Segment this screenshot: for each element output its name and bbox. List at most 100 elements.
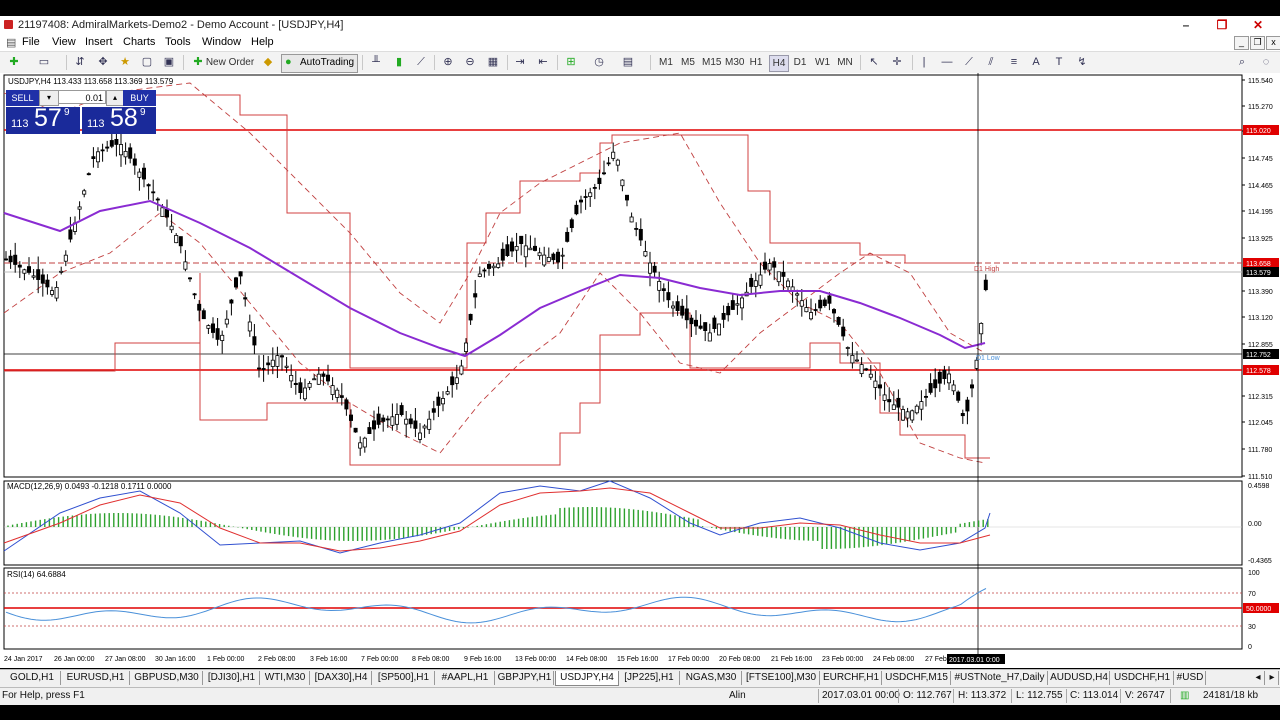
price-tick-label: 115.540 [1248, 78, 1273, 85]
chart-tab[interactable]: GBPUSD,M30 [131, 671, 203, 685]
bar-chart-icon[interactable]: ╨ [370, 56, 382, 68]
chart-tab[interactable]: EURUSD,H1 [62, 671, 130, 685]
candle-body [583, 196, 588, 198]
tf-h4[interactable]: H4 [769, 55, 789, 72]
candle-body [454, 377, 459, 384]
chart-tab[interactable]: #AAPL,H1 [436, 671, 495, 685]
horizontal-line-icon[interactable]: — [941, 56, 953, 68]
tf-m15[interactable]: M15 [702, 55, 721, 70]
lot-input[interactable]: 0.01 [58, 90, 106, 104]
tile-windows-icon[interactable]: ▦ [487, 56, 499, 68]
menu-insert[interactable]: Insert [85, 36, 113, 48]
chart-tab[interactable]: USDCHF,H1 [1111, 671, 1174, 685]
chart-tab[interactable]: EURCHF,H1 [821, 671, 882, 685]
candle-body [965, 399, 970, 412]
tf-m30[interactable]: M30 [725, 55, 744, 70]
chart-tab[interactable]: [DAX30],H4 [311, 671, 372, 685]
channel-icon[interactable]: ⫽ [985, 56, 997, 68]
sell-price[interactable]: 113 57 9 [6, 104, 80, 134]
chart-shift-icon[interactable]: ⇤ [537, 56, 549, 68]
vertical-line-icon[interactable]: | [918, 56, 930, 68]
chart-tab[interactable]: USDJPY,H4 [555, 671, 619, 686]
candle-body [620, 179, 625, 187]
maximize-button[interactable]: ❐ [1208, 16, 1236, 34]
new-chart-icon[interactable]: ✚ [8, 56, 20, 68]
candle-body [772, 261, 777, 268]
templates-icon[interactable]: ▤ [622, 56, 634, 68]
chart-tab[interactable]: [DJI30],H1 [204, 671, 260, 685]
candle-body [417, 432, 422, 440]
candle-body [519, 235, 524, 244]
mdi-close-button[interactable]: x [1266, 36, 1280, 50]
text-icon[interactable]: A [1030, 56, 1042, 68]
candle-body [726, 306, 731, 316]
time-tick-label: 27 Jan 08:00 [105, 656, 146, 663]
candle-body [956, 391, 961, 401]
crosshair-icon[interactable]: ✛ [891, 56, 903, 68]
mdi-restore-button[interactable]: ❐ [1250, 36, 1265, 50]
chat-icon[interactable]: ◌ [1260, 56, 1272, 68]
tf-d1[interactable]: D1 [793, 55, 807, 70]
text-label-icon[interactable]: T [1053, 56, 1065, 68]
mdi-minimize-button[interactable]: _ [1234, 36, 1249, 50]
autotrading-button[interactable]: ● AutoTrading [281, 54, 358, 73]
zoom-in-icon[interactable]: ⊕ [442, 56, 454, 68]
autoscroll-icon[interactable]: ⇥ [514, 56, 526, 68]
chart-tab[interactable]: AUDUSD,H4 [1049, 671, 1110, 685]
fibonacci-icon[interactable]: ≡ [1008, 56, 1020, 68]
menu-window[interactable]: Window [202, 36, 241, 48]
arrows-icon[interactable]: ↯ [1076, 56, 1088, 68]
tf-m5[interactable]: M5 [681, 55, 695, 70]
chart-tab[interactable]: [FTSE100],M30 [743, 671, 820, 685]
candle-body [450, 376, 455, 386]
chart-tab[interactable]: #USTNote_H7,Daily [952, 671, 1048, 685]
terminal-icon[interactable]: ▢ [141, 56, 153, 68]
chart-menu-icon[interactable]: ▤ [6, 36, 16, 49]
candle-body [119, 144, 124, 156]
data-window-icon[interactable]: ✥ [97, 56, 109, 68]
menu-help[interactable]: Help [251, 36, 274, 48]
new-order-button[interactable]: New Order [205, 55, 255, 70]
tf-w1[interactable]: W1 [815, 55, 830, 70]
minimize-button[interactable]: – [1172, 16, 1200, 34]
profiles-icon[interactable]: ▭ [38, 56, 50, 68]
tf-m1[interactable]: M1 [659, 55, 673, 70]
candle-body [914, 405, 919, 414]
metaeditor-icon[interactable]: ◆ [262, 56, 274, 68]
menu-view[interactable]: View [52, 36, 76, 48]
chart-tab[interactable]: #USD [1175, 671, 1206, 685]
toolbar: ✚ ▭ ⇵ ✥ ★ ▢ ▣ ✚ New Order ◆ ● AutoTradin… [0, 52, 1280, 74]
candle-body [505, 244, 510, 256]
buy-price[interactable]: 113 58 9 [82, 104, 156, 134]
tabs-scroll-right-icon[interactable]: ▸ [1266, 671, 1279, 685]
zoom-out-icon[interactable]: ⊖ [464, 56, 476, 68]
chart-tab[interactable]: NGAS,M30 [681, 671, 742, 685]
chart-tab[interactable]: WTI,M30 [261, 671, 310, 685]
search-icon[interactable]: ⌕ [1236, 56, 1248, 68]
trendline-icon[interactable]: ⟋ [963, 56, 975, 68]
candlestick-icon[interactable]: ▮ [393, 56, 405, 68]
menu-tools[interactable]: Tools [165, 36, 191, 48]
strategy-tester-icon[interactable]: ▣ [163, 56, 175, 68]
menu-charts[interactable]: Charts [123, 36, 155, 48]
market-watch-icon[interactable]: ⇵ [74, 56, 86, 68]
chart-window[interactable]: 115.540115.270115.005114.745114.465114.1… [0, 73, 1280, 668]
chart-tab[interactable]: GBPJPY,H1 [496, 671, 554, 685]
navigator-icon[interactable]: ★ [119, 56, 131, 68]
candle-body [574, 204, 579, 215]
menu-file[interactable]: File [22, 36, 40, 48]
chart-canvas[interactable]: 115.540115.270115.005114.745114.465114.1… [0, 73, 1280, 668]
tf-mn[interactable]: MN [837, 55, 853, 70]
chart-tab[interactable]: [JP225],H1 [619, 671, 680, 685]
indicators-icon[interactable]: ⊞ [565, 56, 577, 68]
cursor-icon[interactable]: ↖ [868, 56, 880, 68]
line-chart-icon[interactable]: ⟋ [415, 56, 427, 68]
tabs-scroll-left-icon[interactable]: ◂ [1252, 671, 1265, 685]
chart-tab[interactable]: GOLD,H1 [4, 671, 61, 685]
chart-tab[interactable]: [SP500],H1 [373, 671, 435, 685]
periods-icon[interactable]: ◷ [593, 56, 605, 68]
close-button[interactable]: ✕ [1244, 16, 1272, 34]
candle-body [648, 262, 653, 274]
chart-tab[interactable]: USDCHF,M15 [883, 671, 951, 685]
tf-h1[interactable]: H1 [749, 55, 763, 70]
